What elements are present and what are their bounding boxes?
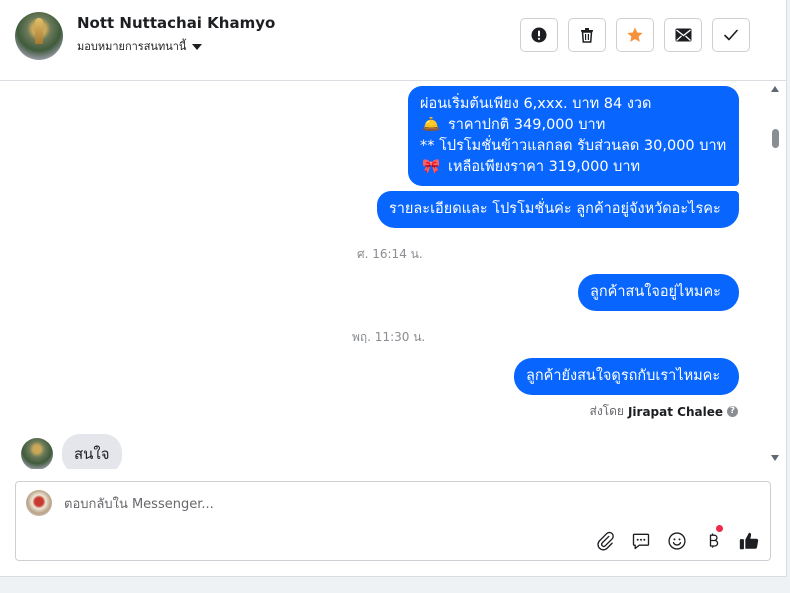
message-line: เหลือเพียงราคา 319,000 บาท (448, 159, 641, 175)
contact-avatar-small[interactable] (21, 438, 53, 469)
ribbon-emoji: 🎀 (421, 159, 441, 175)
outgoing-message-bubble[interactable]: ลูกค้าสนใจอยู่ไหมคะ (578, 274, 739, 311)
message-line: ผ่อนเริ่มต้นเพียง 6,xxx. บาท 84 งวด (420, 96, 652, 112)
conversation-panel: Nott Nuttachai Khamyo มอบหมายการสนทนานี้ (0, 0, 787, 577)
saved-replies-button[interactable] (630, 530, 652, 552)
sent-by-label: ส่งโดย Jirapat Chalee ? (589, 402, 738, 421)
scrollbar-thumb[interactable] (772, 129, 779, 148)
baht-payment-icon (709, 533, 719, 548)
message-thread: ผ่อนเริ่มต้นเพียง 6,xxx. บาท 84 งวด 🛎️ รา… (0, 81, 786, 469)
notification-dot (716, 525, 723, 532)
scroll-up-arrow[interactable] (771, 86, 779, 92)
like-icon (739, 532, 759, 550)
reply-composer (15, 481, 771, 561)
emoji-icon (668, 532, 686, 550)
outgoing-message-bubble[interactable]: ผ่อนเริ่มต้นเพียง 6,xxx. บาท 84 งวด 🛎️ รา… (408, 86, 739, 186)
outgoing-message-bubble[interactable]: ลูกค้ายังสนใจดูรถกับเราไหมคะ (514, 358, 739, 395)
caret-down-icon (192, 43, 203, 50)
alert-icon (531, 27, 547, 43)
scroll-down-arrow[interactable] (771, 455, 779, 461)
message-line: ** โปรโมชั่นข้าวแลกลด รับส่วนลด 30,000 บ… (420, 138, 727, 154)
mark-unread-button[interactable] (664, 18, 702, 52)
message-timestamp: ศ. 16:14 น. (357, 247, 423, 261)
incoming-message-bubble[interactable]: สนใจ (62, 434, 122, 469)
mark-spam-button[interactable] (520, 18, 558, 52)
page-avatar (26, 490, 52, 516)
like-button[interactable] (738, 530, 760, 552)
bell-emoji: 🛎️ (421, 117, 441, 133)
conversation-header: Nott Nuttachai Khamyo มอบหมายการสนทนานี้ (0, 0, 786, 81)
payment-button[interactable] (702, 525, 724, 552)
emoji-button[interactable] (666, 530, 688, 552)
attach-button[interactable] (594, 530, 616, 552)
message-line: ราคาปกติ 349,000 บาท (448, 117, 606, 133)
sent-by-prefix: ส่งโดย (589, 404, 624, 418)
attach-icon (597, 531, 614, 551)
saved-reply-icon (632, 533, 650, 550)
info-icon[interactable]: ? (727, 406, 738, 417)
delete-button[interactable] (568, 18, 606, 52)
sender-name: Jirapat Chalee (627, 404, 723, 419)
star-button[interactable] (616, 18, 654, 52)
outgoing-message-bubble[interactable]: รายละเอียดและ โปรโมชั่นค่ะ ลูกค้าอยู่จัง… (377, 191, 739, 228)
assign-label: มอบหมายการสนทนานี้ (77, 40, 187, 53)
trash-icon (581, 28, 593, 43)
reply-input[interactable] (64, 494, 664, 514)
mark-done-button[interactable] (712, 18, 750, 52)
star-icon (627, 27, 643, 42)
message-timestamp: พฤ. 11:30 น. (352, 330, 426, 344)
assign-conversation-dropdown[interactable]: มอบหมายการสนทนานี้ (77, 37, 203, 55)
envelope-icon (675, 28, 691, 42)
contact-avatar[interactable] (15, 12, 63, 60)
contact-name[interactable]: Nott Nuttachai Khamyo (77, 14, 275, 32)
check-icon (724, 29, 738, 41)
